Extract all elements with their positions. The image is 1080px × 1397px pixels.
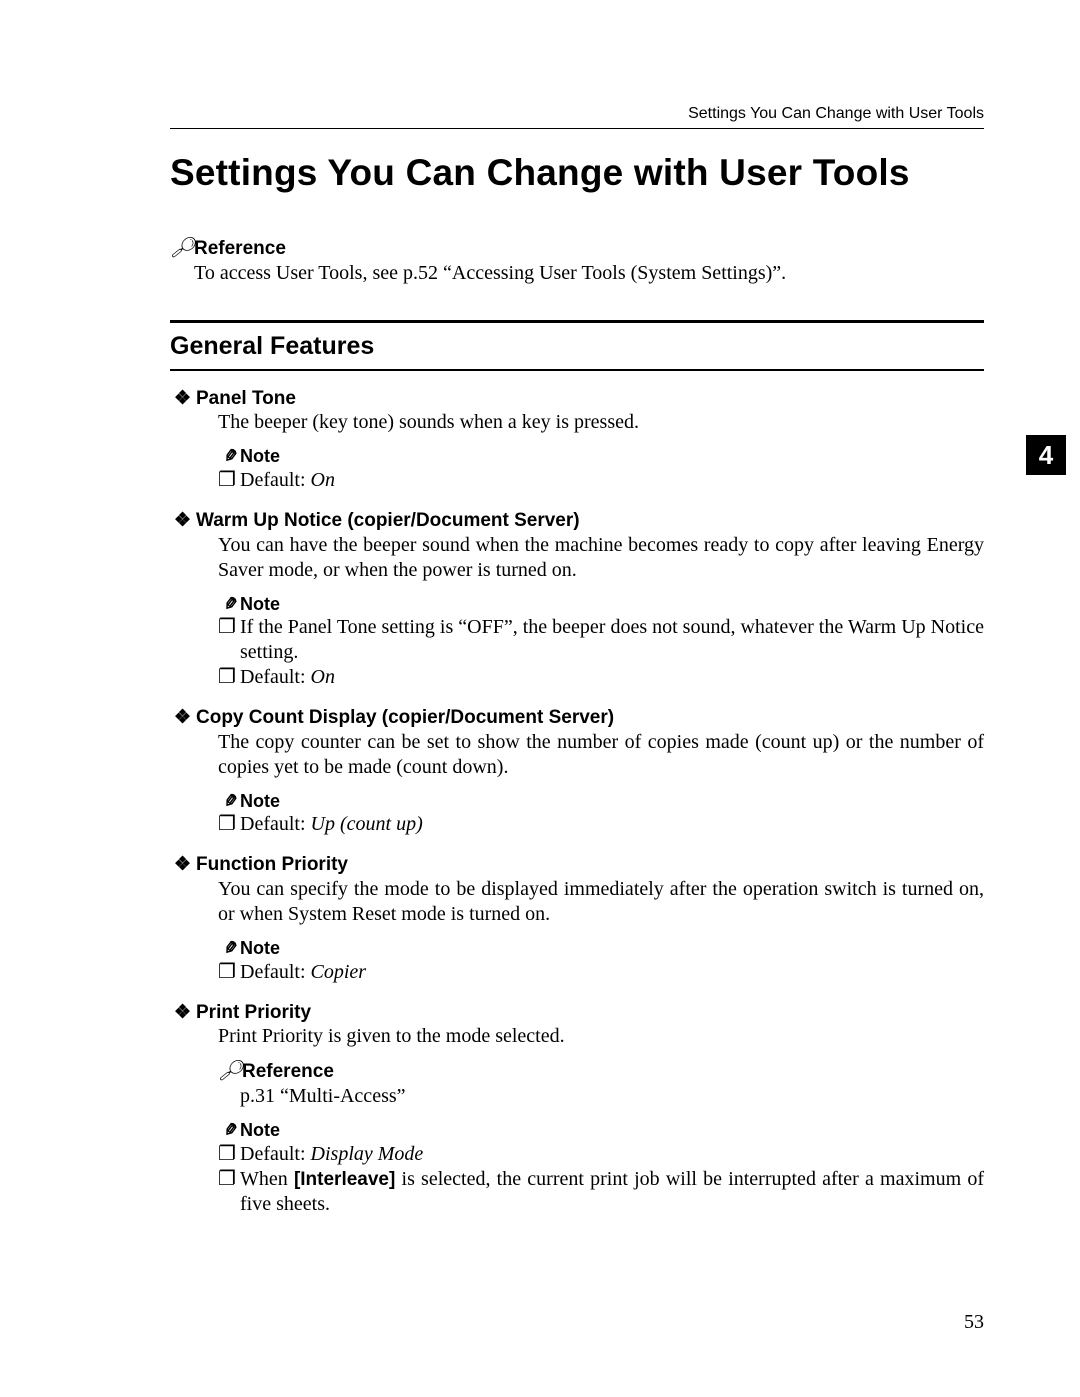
note-block: ✎Note ❐Default: Up (count up) bbox=[218, 790, 984, 838]
feature-title: Copy Count Display (copier/Document Serv… bbox=[196, 707, 614, 728]
note-label: Note bbox=[240, 938, 280, 958]
note-text: Default: bbox=[240, 469, 311, 491]
note-text: Default: bbox=[240, 813, 311, 835]
feature-body: Print Priority is given to the mode sele… bbox=[218, 1024, 984, 1049]
feature-title: Warm Up Notice (copier/Document Server) bbox=[196, 510, 580, 531]
note-label: Note bbox=[240, 1120, 280, 1140]
box-icon: ❐ bbox=[218, 1167, 240, 1192]
note-label: Note bbox=[240, 791, 280, 811]
diamond-icon: ❖ bbox=[174, 853, 196, 877]
reference-block: 🔎︎Reference p.31 “Multi-Access” bbox=[218, 1059, 984, 1109]
magnifier-icon: 🔎︎ bbox=[170, 236, 194, 261]
feature-title: Panel Tone bbox=[196, 388, 296, 409]
default-value: Copier bbox=[311, 961, 367, 983]
feature-body: The beeper (key tone) sounds when a key … bbox=[218, 410, 984, 435]
note-block: ✎Note ❐Default: Display Mode ❐When [Inte… bbox=[218, 1119, 984, 1217]
feature-body: You can specify the mode to be displayed… bbox=[218, 877, 984, 927]
note-block: ✎Note ❐Default: On bbox=[218, 445, 984, 493]
pencil-icon: ✎ bbox=[218, 593, 240, 616]
pencil-icon: ✎ bbox=[218, 445, 240, 468]
reference-body: To access User Tools, see p.52 “Accessin… bbox=[194, 261, 984, 286]
diamond-icon: ❖ bbox=[174, 387, 196, 411]
note-label: Note bbox=[240, 594, 280, 614]
reference-label: Reference bbox=[242, 1061, 334, 1082]
default-value: On bbox=[311, 666, 335, 688]
magnifier-icon: 🔎︎ bbox=[218, 1059, 242, 1084]
page-title: Settings You Can Change with User Tools bbox=[170, 150, 984, 196]
page-number: 53 bbox=[964, 1310, 984, 1335]
feature-item: ❖Warm Up Notice (copier/Document Server)… bbox=[196, 509, 984, 690]
box-icon: ❐ bbox=[218, 665, 240, 690]
box-icon: ❐ bbox=[218, 960, 240, 985]
note-block: ✎Note ❐If the Panel Tone setting is “OFF… bbox=[218, 593, 984, 691]
feature-item: ❖Copy Count Display (copier/Document Ser… bbox=[196, 706, 984, 837]
feature-body: The copy counter can be set to show the … bbox=[218, 730, 984, 780]
section-heading: General Features bbox=[170, 320, 984, 370]
diamond-icon: ❖ bbox=[174, 1001, 196, 1025]
note-pre: When bbox=[240, 1168, 294, 1190]
feature-title: Print Priority bbox=[196, 1002, 311, 1023]
note-text: Default: bbox=[240, 666, 311, 688]
default-value: On bbox=[311, 469, 335, 491]
running-header: Settings You Can Change with User Tools bbox=[170, 104, 984, 129]
reference-label: Reference bbox=[194, 238, 286, 259]
diamond-icon: ❖ bbox=[174, 509, 196, 533]
document-page: Settings You Can Change with User Tools … bbox=[0, 0, 1080, 1397]
default-value: Up (count up) bbox=[311, 813, 423, 835]
reference-block: 🔎︎Reference To access User Tools, see p.… bbox=[170, 236, 984, 286]
pencil-icon: ✎ bbox=[218, 937, 240, 960]
reference-body: p.31 “Multi-Access” bbox=[240, 1085, 406, 1107]
note-text: Default: bbox=[240, 961, 311, 983]
box-icon: ❐ bbox=[218, 468, 240, 493]
feature-body: You can have the beeper sound when the m… bbox=[218, 533, 984, 583]
note-text: Default: bbox=[240, 1143, 311, 1165]
box-icon: ❐ bbox=[218, 1142, 240, 1167]
feature-item: ❖Panel Tone The beeper (key tone) sounds… bbox=[196, 387, 984, 493]
feature-item: ❖Function Priority You can specify the m… bbox=[196, 853, 984, 984]
note-label: Note bbox=[240, 446, 280, 466]
box-icon: ❐ bbox=[218, 812, 240, 837]
default-value: Display Mode bbox=[311, 1143, 424, 1165]
feature-item: ❖Print Priority Print Priority is given … bbox=[196, 1001, 984, 1217]
box-icon: ❐ bbox=[218, 615, 240, 640]
note-text: If the Panel Tone setting is “OFF”, the … bbox=[240, 616, 984, 663]
bracket-term: [Interleave] bbox=[294, 1169, 395, 1190]
chapter-tab: 4 bbox=[1026, 435, 1066, 475]
feature-title: Function Priority bbox=[196, 854, 348, 875]
pencil-icon: ✎ bbox=[218, 1119, 240, 1142]
diamond-icon: ❖ bbox=[174, 706, 196, 730]
pencil-icon: ✎ bbox=[218, 790, 240, 813]
note-block: ✎Note ❐Default: Copier bbox=[218, 937, 984, 985]
